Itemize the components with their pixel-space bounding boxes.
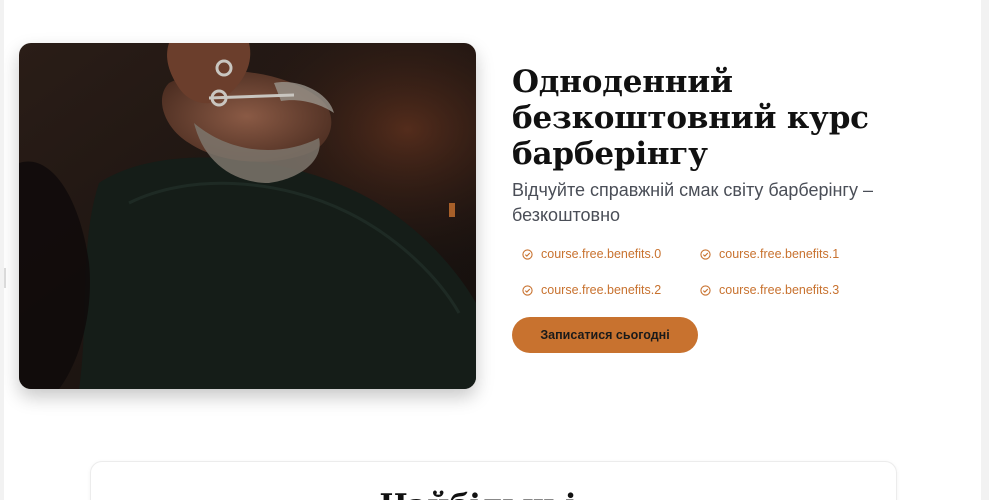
benefit-item: course.free.benefits.1 <box>700 245 900 263</box>
benefit-item: course.free.benefits.3 <box>700 281 900 299</box>
benefit-item: course.free.benefits.2 <box>522 281 700 299</box>
page: Одноденний безкоштовний курс барберінгу … <box>4 0 981 500</box>
page-title: Одноденний безкоштовний курс барберінгу <box>512 64 869 172</box>
benefit-label: course.free.benefits.0 <box>541 247 662 261</box>
benefit-label: course.free.benefits.1 <box>719 247 840 261</box>
hero-subtitle: Відчуйте справжній смак світу барберінгу… <box>512 180 873 225</box>
section-title: Найбільш і... <box>91 488 896 500</box>
signup-today-button[interactable]: Записатися сьогодні <box>512 317 698 353</box>
benefits-list: course.free.benefits.0 course.free.benef… <box>512 245 932 299</box>
hero-photo <box>19 43 476 389</box>
benefit-label: course.free.benefits.3 <box>719 283 840 297</box>
benefit-label: course.free.benefits.2 <box>541 283 662 297</box>
check-circle-icon <box>700 284 711 296</box>
hero-content: Одноденний безкоштовний курс барберінгу … <box>512 64 932 353</box>
check-circle-icon <box>700 248 711 260</box>
check-circle-icon <box>522 284 533 296</box>
scroll-edge-indicator <box>4 268 6 288</box>
check-circle-icon <box>522 248 533 260</box>
benefit-item: course.free.benefits.0 <box>522 245 700 263</box>
next-section-card: Найбільш і... <box>90 461 897 500</box>
barber-scene-illustration <box>19 43 476 389</box>
